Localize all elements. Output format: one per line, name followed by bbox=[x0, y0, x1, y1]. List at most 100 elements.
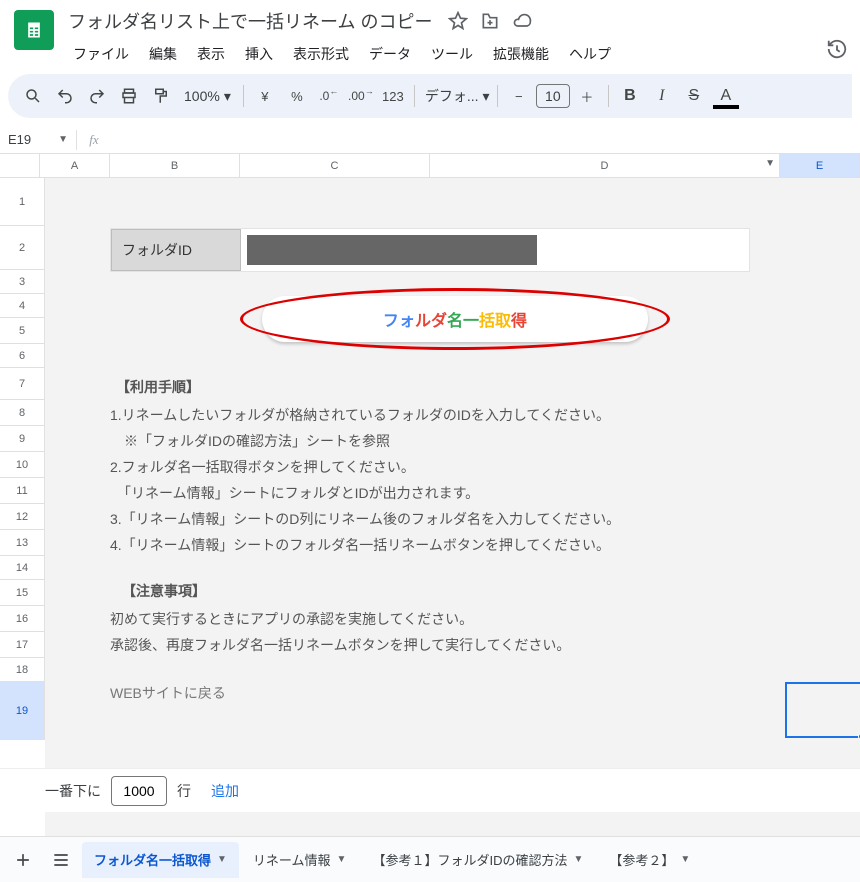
row-15[interactable]: 15 bbox=[0, 580, 45, 606]
addrows-input[interactable] bbox=[111, 776, 167, 806]
row-16[interactable]: 16 bbox=[0, 606, 45, 632]
row-3[interactable]: 3 bbox=[0, 270, 45, 294]
history-icon[interactable] bbox=[824, 36, 850, 62]
paint-format-icon[interactable] bbox=[146, 81, 176, 111]
folder-id-label: フォルダID bbox=[111, 229, 241, 271]
sheet-tab[interactable]: 【参考２】 ▼ bbox=[597, 842, 702, 878]
row-10[interactable]: 10 bbox=[0, 452, 45, 478]
menu-表示形式[interactable]: 表示形式 bbox=[284, 40, 358, 68]
row-8[interactable]: 8 bbox=[0, 400, 45, 426]
folder-id-value[interactable] bbox=[247, 235, 537, 265]
col-B[interactable]: B bbox=[110, 154, 240, 177]
print-icon[interactable] bbox=[114, 81, 144, 111]
step-1: 1.リネームしたいフォルダが格納されているフォルダのIDを入力してください。 bbox=[110, 402, 620, 428]
sheet-tab[interactable]: リネーム情報▼ bbox=[241, 842, 359, 878]
text-color-button[interactable]: A bbox=[711, 81, 741, 111]
col-D[interactable]: D▼ bbox=[430, 154, 780, 177]
sheets-logo[interactable] bbox=[14, 10, 54, 50]
notes-header: 【注意事項】 bbox=[110, 578, 620, 604]
menu-挿入[interactable]: 挿入 bbox=[236, 40, 282, 68]
move-icon[interactable] bbox=[480, 11, 500, 31]
menu-拡張機能[interactable]: 拡張機能 bbox=[484, 40, 558, 68]
add-sheet-button[interactable] bbox=[6, 843, 40, 877]
addrows-button[interactable]: 追加 bbox=[201, 775, 249, 807]
strikethrough-button[interactable]: S bbox=[679, 81, 709, 111]
zoom-select[interactable]: 100%▾ bbox=[178, 88, 237, 105]
font-size-input[interactable]: 10 bbox=[536, 84, 570, 108]
font-name: デフォ... bbox=[425, 86, 479, 106]
row-13[interactable]: 13 bbox=[0, 530, 45, 556]
sheet-tab-bar: フォルダ名一括取得▼リネーム情報▼ 【参考１】フォルダIDの確認方法 ▼ 【参考２】 ▼ bbox=[0, 836, 860, 882]
chevron-down-icon[interactable]: ▼ bbox=[573, 854, 583, 865]
folder-id-row: フォルダID bbox=[110, 228, 750, 272]
undo-icon[interactable] bbox=[50, 81, 80, 111]
percent-button[interactable]: % bbox=[282, 81, 312, 111]
col-C[interactable]: C bbox=[240, 154, 430, 177]
chevron-down-icon[interactable]: ▼ bbox=[337, 854, 347, 865]
chevron-down-icon[interactable]: ▼ bbox=[680, 854, 690, 865]
currency-button[interactable]: ¥ bbox=[250, 81, 280, 111]
web-link[interactable]: WEBサイトに戻る bbox=[110, 683, 226, 703]
col-dropdown-icon[interactable]: ▼ bbox=[765, 158, 775, 169]
step-4: 「リネーム情報」シートにフォルダとIDが出力されます。 bbox=[110, 480, 620, 506]
row-12[interactable]: 12 bbox=[0, 504, 45, 530]
row-9[interactable]: 9 bbox=[0, 426, 45, 452]
bold-button[interactable]: B bbox=[615, 81, 645, 111]
star-icon[interactable] bbox=[448, 11, 468, 31]
name-box[interactable]: E19 ▼ bbox=[0, 132, 76, 147]
row-18[interactable]: 18 bbox=[0, 658, 45, 682]
column-headers: ABCD▼E bbox=[40, 154, 860, 178]
row-5[interactable]: 5 bbox=[0, 318, 45, 344]
addrows-suffix: 行 bbox=[177, 781, 191, 801]
menu-ツール[interactable]: ツール bbox=[422, 40, 482, 68]
chevron-down-icon: ▼ bbox=[58, 134, 68, 145]
italic-button[interactable]: I bbox=[647, 81, 677, 111]
note-2: 承認後、再度フォルダ名一括リネームボタンを押して実行してください。 bbox=[110, 632, 620, 658]
font-size-decrease[interactable]: − bbox=[504, 81, 534, 111]
row-14[interactable]: 14 bbox=[0, 556, 45, 580]
doc-title[interactable]: フォルダ名リスト上で一括リネーム のコピー bbox=[64, 6, 436, 36]
menu-データ[interactable]: データ bbox=[360, 40, 420, 68]
row-1[interactable]: 1 bbox=[0, 178, 45, 226]
step-2: ※「フォルダIDの確認方法」シートを参照 bbox=[110, 428, 620, 454]
toolbar: 100%▾ ¥ % .0← .00→ 123 デフォ...▾ − 10 ＋ B … bbox=[8, 74, 852, 118]
add-rows-bar: 一番下に 行 追加 bbox=[0, 768, 860, 812]
row-6[interactable]: 6 bbox=[0, 344, 45, 368]
addrows-prefix: 一番下に bbox=[45, 781, 101, 801]
increase-decimal-button[interactable]: .00→ bbox=[346, 81, 376, 111]
active-cell-outline bbox=[785, 682, 860, 738]
sheet-tab[interactable]: フォルダ名一括取得▼ bbox=[82, 842, 239, 878]
chevron-down-icon: ▾ bbox=[483, 88, 490, 105]
all-sheets-button[interactable] bbox=[44, 843, 78, 877]
row-2[interactable]: 2 bbox=[0, 226, 45, 270]
name-box-value: E19 bbox=[8, 132, 31, 147]
instructions: 【利用手順】 1.リネームしたいフォルダが格納されているフォルダのIDを入力して… bbox=[110, 374, 620, 658]
fetch-folder-names-button[interactable]: フォルダ名一括取得 bbox=[262, 296, 648, 342]
row-11[interactable]: 11 bbox=[0, 478, 45, 504]
row-4[interactable]: 4 bbox=[0, 294, 45, 318]
font-size-increase[interactable]: ＋ bbox=[572, 81, 602, 111]
number-format-button[interactable]: 123 bbox=[378, 81, 408, 111]
menu-ファイル[interactable]: ファイル bbox=[64, 40, 138, 68]
col-E[interactable]: E bbox=[780, 154, 860, 177]
step-6: 4.「リネーム情報」シートのフォルダ名一括リネームボタンを押してください。 bbox=[110, 532, 620, 558]
sheet-tab[interactable]: 【参考１】フォルダIDの確認方法 ▼ bbox=[360, 842, 595, 878]
menu-編集[interactable]: 編集 bbox=[140, 40, 186, 68]
sheet-tab-label: 【参考１】フォルダIDの確認方法 bbox=[372, 850, 567, 869]
chevron-down-icon[interactable]: ▼ bbox=[217, 854, 227, 865]
redo-icon[interactable] bbox=[82, 81, 112, 111]
select-all-corner[interactable] bbox=[0, 154, 40, 178]
menu-表示[interactable]: 表示 bbox=[188, 40, 234, 68]
row-7[interactable]: 7 bbox=[0, 368, 45, 400]
row-17[interactable]: 17 bbox=[0, 632, 45, 658]
font-select[interactable]: デフォ...▾ bbox=[421, 86, 491, 106]
formula-bar[interactable] bbox=[111, 126, 860, 153]
search-icon[interactable] bbox=[18, 81, 48, 111]
decrease-decimal-button[interactable]: .0← bbox=[314, 81, 344, 111]
sheet-tab-label: 【参考２】 bbox=[609, 850, 674, 869]
col-A[interactable]: A bbox=[40, 154, 110, 177]
usage-header: 【利用手順】 bbox=[110, 374, 620, 400]
row-19[interactable]: 19 bbox=[0, 682, 45, 740]
cloud-status-icon[interactable] bbox=[512, 11, 532, 31]
menu-ヘルプ[interactable]: ヘルプ bbox=[560, 40, 620, 68]
